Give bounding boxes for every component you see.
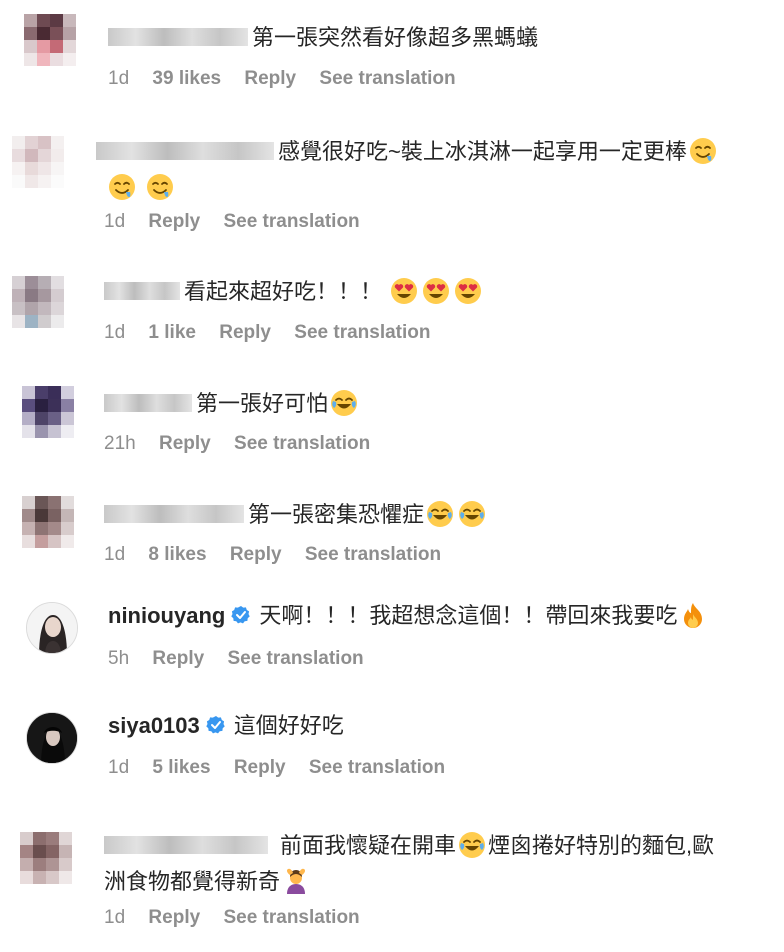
see-translation-button[interactable]: See translation [309,757,445,778]
comment-text: 前面我懷疑在開車 [280,833,457,858]
avatar[interactable] [22,496,74,548]
comment-text: 第一張好可怕 [196,391,329,416]
likes-count[interactable]: 1 like [148,322,196,343]
comment-time[interactable]: 1d [104,211,125,232]
reply-button[interactable]: Reply [152,648,204,669]
comment-body: 看起來超好吃！！！ [104,274,484,310]
comment-text: 天啊！！！我超想念這個！！帶回來我要吃 [259,603,678,628]
see-translation-button[interactable]: See translation [223,907,359,928]
comment-meta: 21h Reply See translation [104,432,388,456]
comment-meta: 1d 39 likes Reply See translation [108,67,474,91]
avatar[interactable] [24,14,76,66]
username[interactable]: siya0103 [108,713,200,738]
verified-badge-icon [231,605,251,625]
fire-icon [679,601,707,629]
see-translation-button[interactable]: See translation [223,211,359,232]
comment-body: 第一張好可怕 [104,386,360,422]
likes-count[interactable]: 8 likes [148,544,206,565]
likes-count[interactable]: 5 likes [152,757,210,778]
tears-of-joy-icon [458,500,486,528]
profile-photo-icon [27,603,77,653]
username-blurred[interactable] [104,836,268,855]
comment-time[interactable]: 1d [108,757,129,778]
comment-body: 第一張密集恐懼症 [104,497,488,533]
see-translation-button[interactable]: See translation [227,648,363,669]
comment-meta: 1d 8 likes Reply See translation [104,543,459,567]
see-translation-button[interactable]: See translation [319,68,455,89]
reply-button[interactable]: Reply [148,211,200,232]
reply-button[interactable]: Reply [148,907,200,928]
avatar[interactable] [26,602,78,654]
verified-badge-icon [206,715,226,735]
username-blurred[interactable] [96,142,274,161]
drooling-face-icon [108,173,136,201]
person-gesturing-ok-icon [282,867,310,895]
avatar[interactable] [22,386,74,438]
comment-body: niniouyang 天啊！！！我超想念這個！！帶回來我要吃 [108,598,709,634]
comment-text: 這個好好吃 [233,713,344,738]
see-translation-button[interactable]: See translation [294,322,430,343]
comment-time[interactable]: 1d [108,68,129,89]
reply-button[interactable]: Reply [234,757,286,778]
avatar[interactable] [12,136,64,188]
drooling-face-icon [146,173,174,201]
comment-meta: 1d 1 like Reply See translation [104,321,449,345]
see-translation-button[interactable]: See translation [234,433,370,454]
avatar[interactable] [20,832,72,884]
tears-of-joy-icon [426,500,454,528]
comment-body: 感覺很好吃~裝上冰淇淋一起享用一定更棒 [96,134,768,206]
tears-of-joy-icon [458,831,486,859]
reply-button[interactable]: Reply [244,68,296,89]
username-blurred[interactable] [104,282,180,301]
username-blurred[interactable] [108,28,248,47]
comment-meta: 1d Reply See translation [104,906,378,930]
reply-button[interactable]: Reply [159,433,211,454]
username[interactable]: niniouyang [108,603,225,628]
reply-button[interactable]: Reply [230,544,282,565]
comment-text: 感覺很好吃~裝上冰淇淋一起享用一定更棒 [278,139,687,164]
see-translation-button[interactable]: See translation [305,544,441,565]
comment-body: siya0103 這個好好吃 [108,708,344,744]
comment-meta: 5h Reply See translation [108,647,382,671]
reply-button[interactable]: Reply [219,322,271,343]
profile-photo-icon [27,713,77,763]
comment-text: 第一張突然看好像超多黑螞蟻 [252,25,539,50]
comment-text: 洲食物都覺得新奇 [104,869,281,894]
comment-time[interactable]: 5h [108,648,129,669]
comment-text: 第一張密集恐懼症 [248,502,425,527]
heart-eyes-icon [422,277,450,305]
likes-count[interactable]: 39 likes [152,68,221,89]
avatar[interactable] [26,712,78,764]
avatar[interactable] [12,276,64,328]
tears-of-joy-icon [330,389,358,417]
comment-text: 看起來超好吃！！！ [184,279,383,304]
comment-time[interactable]: 1d [104,907,125,928]
comment-meta: 1d Reply See translation [104,210,378,234]
comment-time[interactable]: 1d [104,322,125,343]
heart-eyes-icon [390,277,418,305]
username-blurred[interactable] [104,505,244,524]
comment-meta: 1d 5 likes Reply See translation [108,756,463,780]
comment-text: 煙囪捲好特別的麵包,歐 [488,833,715,858]
comment-time[interactable]: 21h [104,433,136,454]
comment-body: 第一張突然看好像超多黑螞蟻 [108,20,538,56]
comment-body: 前面我懷疑在開車 煙囪捲好特別的麵包,歐 洲食物都覺得新奇 [104,828,774,900]
username-blurred[interactable] [104,394,192,413]
heart-eyes-icon [454,277,482,305]
drooling-face-icon [689,137,717,165]
comment-time[interactable]: 1d [104,544,125,565]
